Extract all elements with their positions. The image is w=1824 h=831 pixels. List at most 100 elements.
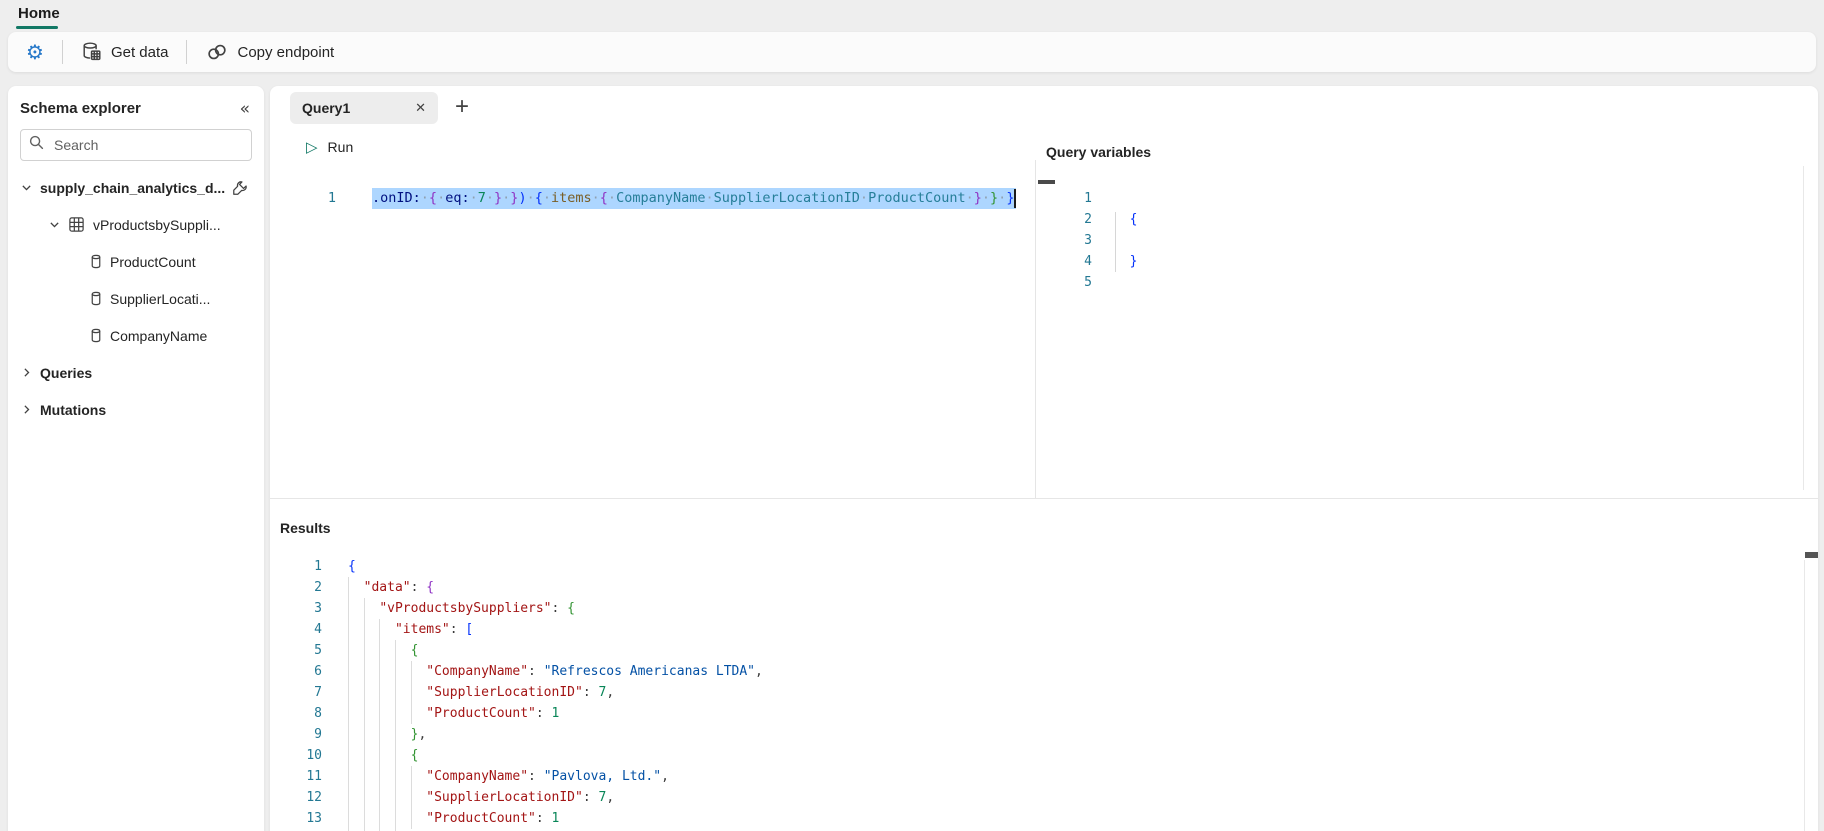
tree-item-label: CompanyName: [110, 327, 208, 344]
query-code-line: .onID:·{·eq:·7·}·})·{·items·{·CompanyNam…: [372, 188, 1017, 209]
indent-guide: [348, 745, 349, 766]
line-text: "ProductCount": 1: [348, 808, 559, 829]
schema-search[interactable]: [20, 129, 252, 161]
tab-home[interactable]: Home: [18, 5, 60, 22]
schema-tree: supply_chain_analytics_d... vProductsbySu…: [8, 169, 264, 428]
app-window: Home ⚙ Get data Copy endpoint Schema exp…: [0, 0, 1824, 831]
tree-item-label: ProductCount: [110, 253, 196, 270]
line-number: 3: [314, 601, 322, 616]
code-line: 2 "data": {: [270, 577, 1800, 598]
line-text: {: [348, 559, 356, 574]
text-cursor: [1014, 189, 1017, 208]
line-text: {: [348, 745, 418, 766]
code-line: 7 "SupplierLocationID": 7,: [270, 682, 1800, 703]
results-editor[interactable]: 1{2 "data": {3 "vProductsbySuppliers": {…: [270, 556, 1800, 831]
tab-home-underline: [16, 26, 58, 29]
indent-guide: [394, 682, 396, 703]
schema-explorer-title: Schema explorer: [20, 100, 141, 117]
indent-guide: [363, 808, 365, 829]
code-line: 5: [1050, 272, 1137, 293]
tree-item-vproductsbysuppli-[interactable]: vProductsbySuppli...: [8, 206, 264, 243]
indent-guide: [348, 640, 349, 661]
tree-item-companyname[interactable]: CompanyName: [8, 317, 264, 354]
indent-guide: [410, 661, 412, 682]
manage-icon[interactable]: [232, 180, 248, 196]
overview-ruler-mark: [1038, 180, 1055, 184]
results-scrollbar-thumb[interactable]: [1805, 552, 1818, 558]
table-icon: [68, 216, 85, 233]
line-text: "SupplierLocationID": 7,: [348, 787, 614, 808]
line-number: 2: [1084, 212, 1092, 227]
chevron-right-icon[interactable]: [18, 366, 34, 379]
indent-guide: [394, 640, 396, 661]
indent-guide: [363, 724, 365, 745]
copy-endpoint-button[interactable]: Copy endpoint: [195, 36, 344, 68]
query-variables-editor[interactable]: 12 {3 4 } 5: [1050, 188, 1137, 293]
settings-button[interactable]: ⚙: [16, 36, 54, 68]
line-number: 9: [314, 727, 322, 742]
line-number: 5: [314, 643, 322, 658]
indent-guide: [379, 640, 381, 661]
code-line: 4 }: [1050, 251, 1137, 272]
code-line: 11 "CompanyName": "Pavlova, Ltd.",: [270, 766, 1800, 787]
code-line: 9 },: [270, 724, 1800, 745]
indent-guide: [1115, 212, 1116, 272]
indent-guide: [363, 661, 365, 682]
get-data-label: Get data: [110, 43, 169, 61]
indent-guide: [363, 640, 365, 661]
close-tab-icon[interactable]: ✕: [415, 101, 426, 116]
indent-guide: [394, 766, 396, 787]
indent-guide: [410, 787, 412, 808]
line-text: "data": {: [348, 577, 434, 598]
tree-item-mutations[interactable]: Mutations: [8, 391, 264, 428]
run-button[interactable]: ▷ Run: [306, 138, 353, 156]
indent-guide: [379, 703, 381, 724]
tree-item-label: Mutations: [40, 401, 107, 418]
field-icon: [90, 291, 102, 306]
line-text: }: [1129, 254, 1138, 269]
chevron-right-icon[interactable]: [18, 403, 34, 416]
results-splitter[interactable]: [270, 498, 1818, 499]
indent-guide: [348, 766, 349, 787]
tree-item-supply-chain-analytics-d-[interactable]: supply_chain_analytics_d...: [8, 169, 264, 206]
line-text: {: [1129, 212, 1138, 227]
collapse-panel-icon[interactable]: «: [240, 100, 250, 117]
get-data-button[interactable]: Get data: [71, 36, 179, 68]
indent-guide: [363, 682, 365, 703]
ribbon-toolbar: ⚙ Get data Copy endpoint: [8, 32, 1816, 72]
add-tab-button[interactable]: +: [455, 94, 469, 120]
indent-guide: [348, 661, 349, 682]
indent-guide: [348, 724, 349, 745]
search-input[interactable]: [52, 136, 226, 154]
indent-guide: [348, 703, 349, 724]
chevron-down-icon[interactable]: [18, 181, 34, 194]
variables-scrollbar-track: [1803, 166, 1804, 490]
tree-item-queries[interactable]: Queries: [8, 354, 264, 391]
code-line: 2 {: [1050, 209, 1137, 230]
indent-guide: [394, 724, 396, 745]
search-icon: [29, 135, 44, 155]
line-number: 4: [1084, 254, 1092, 269]
indent-guide: [363, 598, 365, 619]
tree-item-label: vProductsbySuppli...: [93, 216, 221, 233]
tree-item-supplierlocati-[interactable]: SupplierLocati...: [8, 280, 264, 317]
chevron-down-icon[interactable]: [46, 218, 62, 231]
indent-guide: [394, 745, 396, 766]
tree-item-label: Queries: [40, 364, 93, 381]
tab-query1[interactable]: Query1 ✕: [290, 92, 438, 124]
indent-guide: [379, 724, 381, 745]
results-scrollbar-track: [1804, 560, 1805, 831]
line-text: "CompanyName": "Pavlova, Ltd.",: [348, 766, 669, 787]
line-number: 12: [306, 790, 322, 805]
run-label: Run: [327, 139, 354, 155]
tree-item-productcount[interactable]: ProductCount: [8, 243, 264, 280]
line-number: 2: [314, 580, 322, 595]
pane-splitter[interactable]: [1035, 160, 1036, 498]
line-number: 6: [314, 664, 322, 679]
code-line: 5 {: [270, 640, 1800, 661]
indent-guide: [363, 745, 365, 766]
indent-guide: [363, 787, 365, 808]
line-text: {: [348, 640, 418, 661]
code-line: 3 "vProductsbySuppliers": {: [270, 598, 1800, 619]
query-editor[interactable]: 1 .onID:·{·eq:·7·}·})·{·items·{·CompanyN…: [270, 188, 1017, 209]
